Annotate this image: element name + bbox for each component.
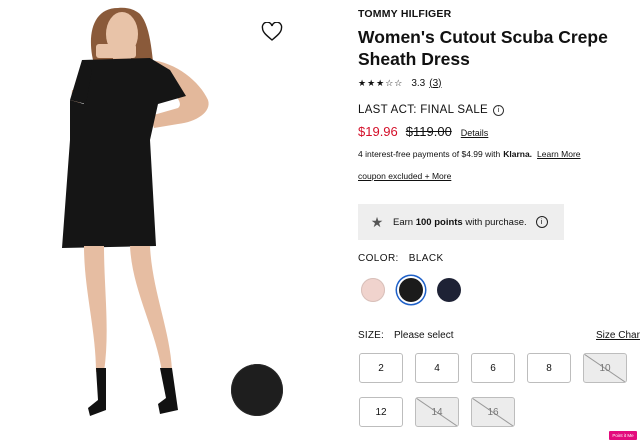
- point-it-me-badge[interactable]: Point it Me: [609, 431, 637, 440]
- size-option-label: 6: [490, 362, 496, 374]
- klarna-text: 4 interest-free payments of $4.99 with: [358, 149, 501, 159]
- color-selector-label: COLOR: BLACK: [358, 253, 444, 264]
- size-label: SIZE:: [358, 330, 385, 341]
- points-text: Earn 100 points with purchase.: [393, 217, 527, 228]
- size-option-label: 12: [375, 406, 387, 418]
- size-option-label: 8: [546, 362, 552, 374]
- product-title: Women's Cutout Scuba Crepe Sheath Dress: [358, 27, 608, 69]
- color-swatch-navy[interactable]: [437, 278, 461, 302]
- product-image[interactable]: [0, 0, 330, 442]
- model-illustration: [62, 7, 209, 416]
- klarna-logo: Klarna.: [503, 149, 533, 159]
- price-details-link[interactable]: Details: [461, 128, 489, 138]
- size-option-12[interactable]: 12: [359, 397, 403, 427]
- size-option-14-unavailable[interactable]: 14: [415, 397, 459, 427]
- brand-link[interactable]: TOMMY HILFIGER: [358, 8, 451, 20]
- size-option-label: 16: [487, 406, 499, 418]
- points-amount: 100 points: [415, 216, 463, 228]
- size-option-label: 2: [378, 362, 384, 374]
- klarna-installments: 4 interest-free payments of $4.99 with K…: [358, 149, 581, 159]
- rating: ★★★☆☆ 3.3 (3): [358, 76, 441, 90]
- color-swatch-blush[interactable]: [361, 278, 385, 302]
- star-icon: ★: [370, 213, 384, 230]
- sale-price: $19.96: [358, 124, 398, 139]
- rating-stars-icon: ★★★☆☆: [358, 77, 404, 88]
- info-icon[interactable]: i: [493, 104, 504, 116]
- points-info-icon[interactable]: i: [535, 216, 548, 228]
- rating-value: 3.3: [411, 77, 426, 89]
- final-sale-label: LAST ACT: FINAL SALE i: [358, 104, 504, 116]
- price-row: $19.96 $119.00 Details: [358, 124, 488, 139]
- color-swatch-black-selected[interactable]: [399, 278, 423, 302]
- size-option-16-unavailable[interactable]: 16: [471, 397, 515, 427]
- size-selector-label: SIZE: Please select: [358, 330, 454, 341]
- learn-more-link[interactable]: Learn More: [537, 149, 580, 159]
- size-option-label: 14: [431, 406, 443, 418]
- wishlist-heart-icon[interactable]: [258, 20, 286, 44]
- coupon-link[interactable]: coupon excluded + More: [358, 171, 451, 181]
- size-option-10-unavailable[interactable]: 10: [583, 353, 627, 383]
- size-option-6[interactable]: 6: [471, 353, 515, 383]
- size-option-2[interactable]: 2: [359, 353, 403, 383]
- rating-count-link[interactable]: (3): [429, 78, 441, 89]
- points-suffix: with purchase.: [465, 216, 527, 228]
- points-prefix: Earn: [393, 216, 414, 228]
- size-option-4[interactable]: 4: [415, 353, 459, 383]
- size-placeholder: Please select: [394, 330, 454, 341]
- color-selected-value: BLACK: [408, 253, 444, 264]
- size-option-label: 10: [599, 362, 611, 374]
- size-option-label: 4: [434, 362, 440, 374]
- size-option-8[interactable]: 8: [527, 353, 571, 383]
- size-chart-link[interactable]: Size Chart: [596, 330, 640, 341]
- points-banner: ★ Earn 100 points with purchase. i: [358, 204, 564, 240]
- final-sale-text: LAST ACT: FINAL SALE: [358, 104, 488, 116]
- color-label: COLOR:: [358, 253, 399, 264]
- zoom-color-swatch[interactable]: [231, 364, 283, 416]
- original-price: $119.00: [405, 124, 452, 139]
